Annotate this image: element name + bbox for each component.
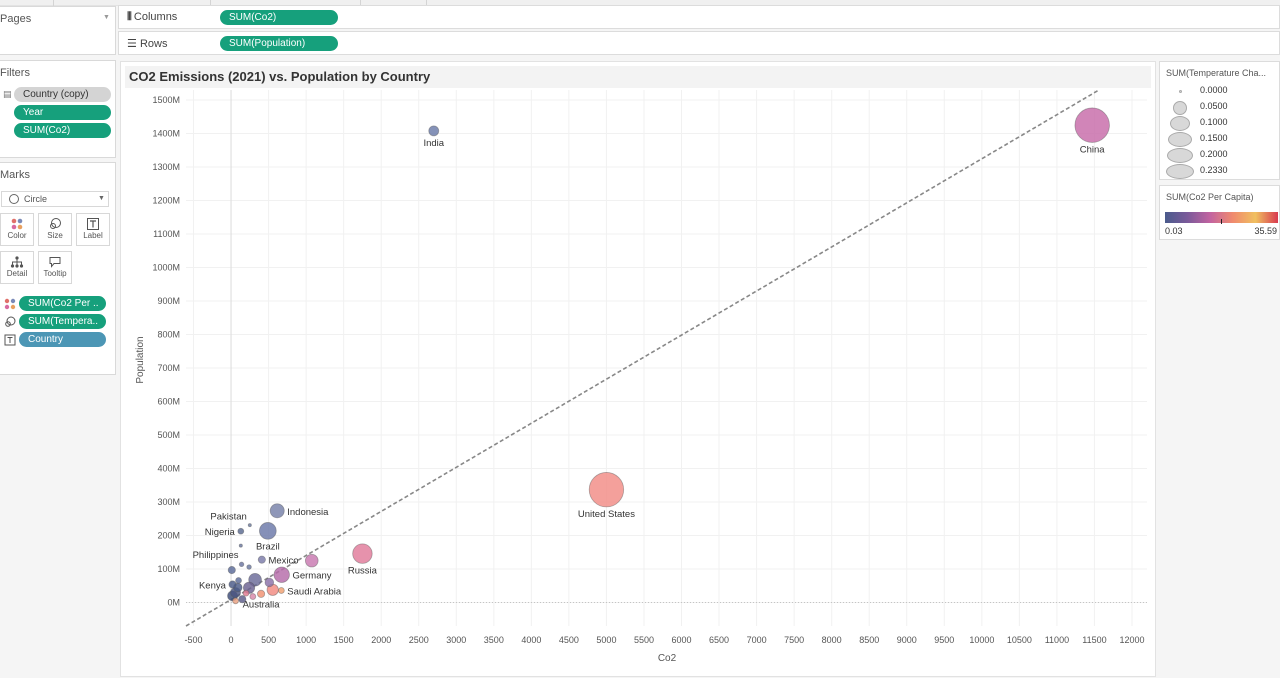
marks-detail-button[interactable]: Detail [0,251,34,284]
pages-menu-chevron-icon[interactable]: ▼ [103,14,110,21]
size-legend-item: 0.0500 [1160,100,1280,115]
marks-color-button[interactable]: Color [0,213,34,246]
rows-shelf-label: ☰ Rows [127,37,167,50]
size-icon [50,218,61,229]
filter-pill-country-copy[interactable]: Country (copy) [14,87,111,102]
size-legend-value: 0.0000 [1200,85,1228,95]
marks-title: Marks [0,169,30,181]
color-legend-title: SUM(Co2 Per Capita) [1166,192,1254,202]
label-field-icon [4,334,16,346]
detail-button-label: Detail [6,269,28,278]
label-text-icon [87,218,99,230]
label-button-label: Label [83,231,103,240]
size-legend-value: 0.1500 [1200,133,1228,143]
color-legend[interactable]: SUM(Co2 Per Capita) 0.03 35.59 [1159,185,1280,240]
size-legend-value: 0.1000 [1200,117,1228,127]
size-field-icon [5,316,16,327]
rows-icon: ☰ [127,38,137,50]
size-legend-dot [1178,90,1182,93]
mark-type-dropdown[interactable]: Circle ▼ [1,191,109,207]
size-button-label: Size [47,231,63,240]
marks-pill-co2-per-capita[interactable]: SUM(Co2 Per .. [19,296,106,311]
size-legend-value: 0.2330 [1200,165,1228,175]
columns-icon: ⦀ [127,11,132,23]
marks-tooltip-button[interactable]: Tooltip [38,251,72,284]
mark-type-label: Circle [24,194,48,204]
color-ramp-marker [1221,219,1222,224]
size-legend-item: 0.2000 [1160,148,1280,163]
chart-title: CO2 Emissions (2021) vs. Population by C… [125,66,1151,88]
marks-pill-country[interactable]: Country [19,332,106,347]
color-legend-max: 35.59 [1254,226,1277,236]
filter-pill-sum-co2[interactable]: SUM(Co2) [14,123,111,138]
columns-shelf-label: ⦀ Columns [127,11,177,24]
filters-card: Filters ▤ Country (copy) Year SUM(Co2) [0,60,116,158]
columns-shelf[interactable]: ⦀ Columns SUM(Co2) [118,5,1280,29]
color-legend-min: 0.03 [1165,226,1183,236]
filter-pill-year[interactable]: Year [14,105,111,120]
filters-title: Filters [0,67,30,79]
tooltip-speech-bubble-icon [49,257,61,268]
marks-label-button[interactable]: Label [76,213,110,246]
circle-mark-icon [9,194,19,204]
detail-hierarchy-icon [10,256,24,268]
chevron-down-icon: ▼ [98,195,105,202]
color-palette-icon [11,218,23,230]
size-legend-dot [1166,164,1194,179]
color-field-icon [4,298,16,310]
marks-pill-temperature[interactable]: SUM(Tempera.. [19,314,106,329]
rows-shelf[interactable]: ☰ Rows SUM(Population) [118,31,1280,55]
set-icon: ▤ [3,89,12,99]
columns-pill-sum-co2[interactable]: SUM(Co2) [220,10,338,25]
visualization-view[interactable]: CO2 Emissions (2021) vs. Population by C… [120,61,1156,677]
columns-label-text: Columns [133,11,178,23]
marks-card: Marks Circle ▼ Color Size Label Detail T… [0,162,116,375]
size-legend-item: 0.0000 [1160,84,1280,99]
size-legend-dot [1173,100,1187,115]
rows-pill-sum-population[interactable]: SUM(Population) [220,36,338,51]
size-legend-dot [1168,132,1192,147]
pages-card[interactable]: Pages ▼ [0,6,116,55]
size-legend-item: 0.1000 [1160,116,1280,131]
size-legend-value: 0.2000 [1200,149,1228,159]
size-legend-item: 0.2330 [1160,164,1280,179]
size-legend-value: 0.0500 [1200,101,1228,111]
size-legend[interactable]: SUM(Temperature Cha... 0.0000 0.0500 0.100… [1159,61,1280,180]
size-legend-title: SUM(Temperature Cha... [1166,68,1267,78]
pages-title: Pages [0,13,32,25]
tooltip-button-label: Tooltip [43,269,67,278]
marks-size-button[interactable]: Size [38,213,72,246]
size-legend-item: 0.1500 [1160,132,1280,147]
rows-label-text: Rows [139,38,168,50]
size-legend-dot [1170,116,1190,131]
color-button-label: Color [7,231,27,240]
size-legend-dot [1167,148,1193,163]
